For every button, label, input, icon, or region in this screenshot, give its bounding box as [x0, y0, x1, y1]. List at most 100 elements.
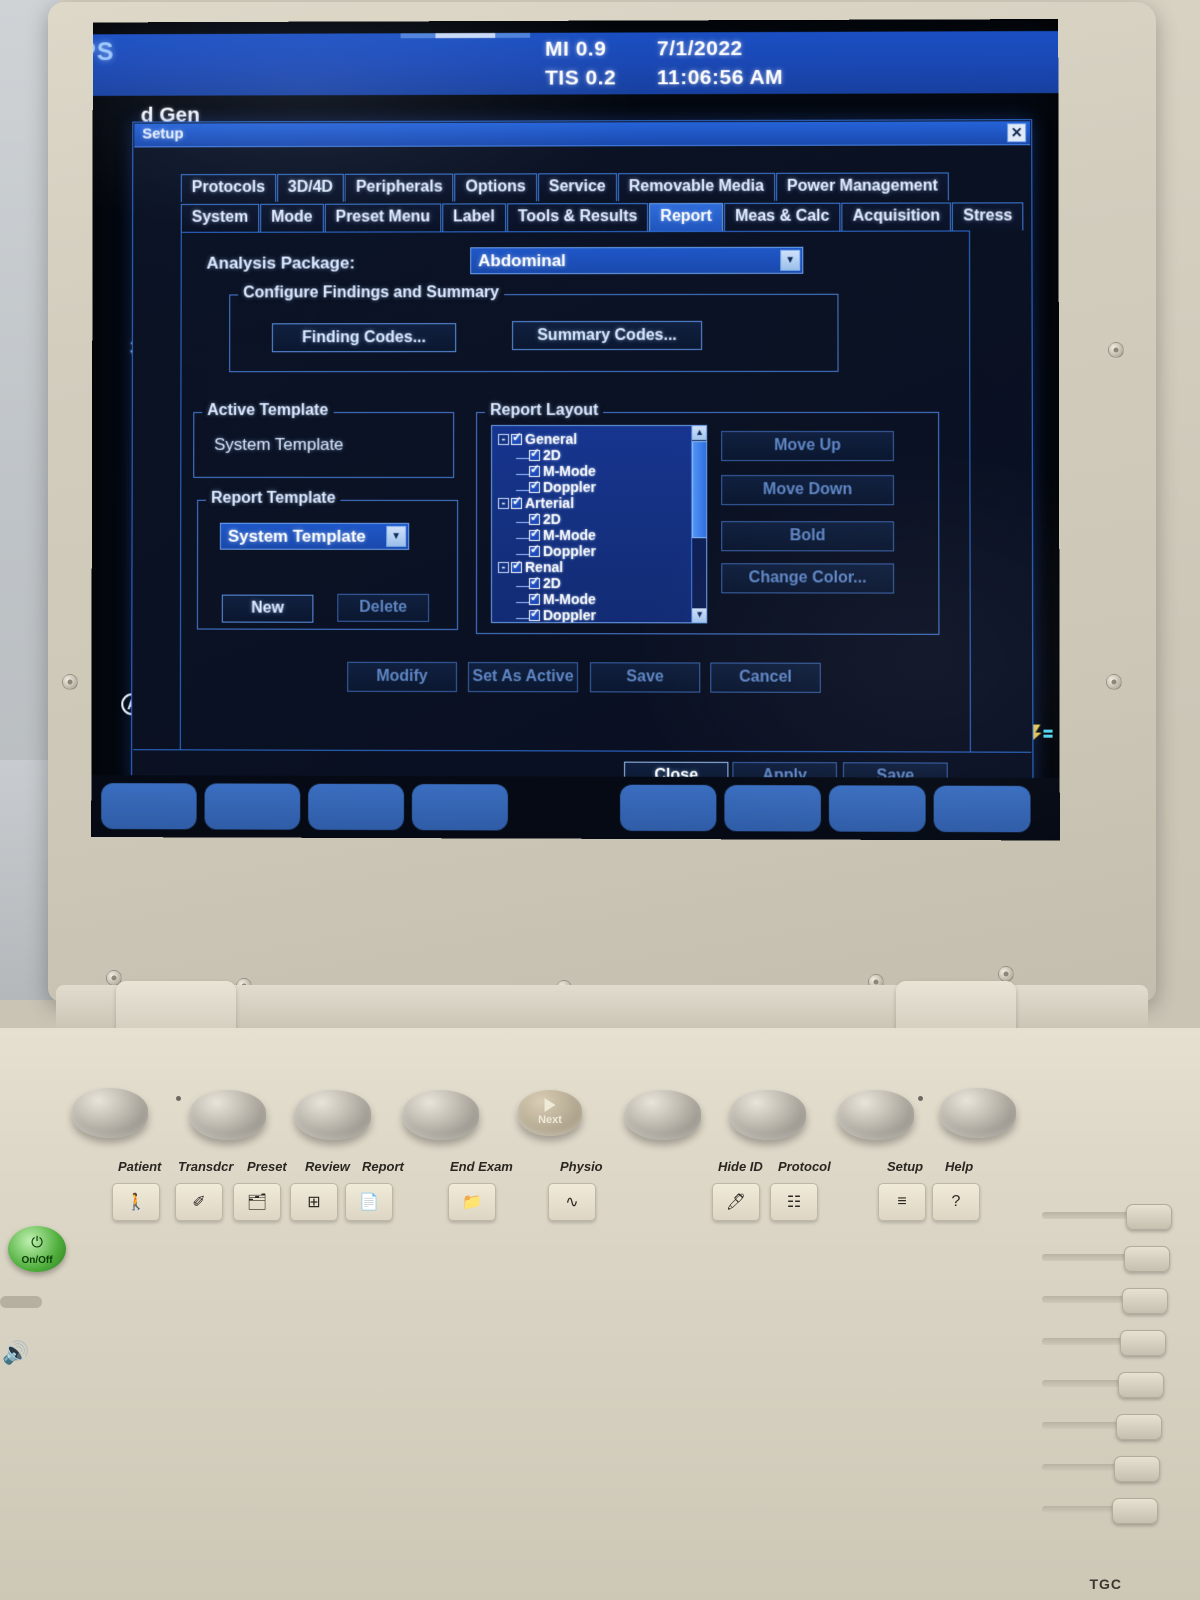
save-button[interactable]: Save	[590, 662, 701, 693]
tab-tools-results[interactable]: Tools & Results	[506, 203, 649, 232]
tree-node[interactable]: M-Mode	[498, 526, 690, 543]
tree-node[interactable]: -Venous	[498, 622, 690, 624]
hide-id-icon[interactable]: 🖊	[712, 1183, 760, 1221]
checkbox-checked-icon[interactable]	[528, 545, 540, 557]
tab-3d-4d[interactable]: 3D/4D	[276, 173, 344, 202]
modify-button[interactable]: Modify	[347, 661, 457, 693]
checkbox-checked-icon[interactable]	[528, 513, 540, 525]
tgc-slider-6[interactable]	[1116, 1414, 1162, 1440]
knob-review[interactable]	[403, 1090, 479, 1140]
delete-template-button[interactable]: Delete	[337, 593, 430, 622]
scrollbar-thumb[interactable]	[692, 441, 708, 539]
checkbox-checked-icon[interactable]	[528, 577, 540, 589]
move-up-button[interactable]: Move Up	[721, 431, 894, 462]
protocol-icon[interactable]: ☷	[770, 1183, 818, 1221]
softkey-3[interactable]	[308, 783, 404, 831]
new-template-button[interactable]: New	[221, 594, 314, 623]
tab-peripherals[interactable]: Peripherals	[344, 173, 454, 202]
expander-minus-icon[interactable]: -	[497, 561, 509, 573]
bold-button[interactable]: Bold	[721, 521, 895, 552]
checkbox-checked-icon[interactable]	[511, 433, 523, 445]
transducer-probe-icon[interactable]: ✐	[175, 1183, 223, 1221]
chevron-down-icon[interactable]: ▼	[386, 525, 407, 547]
set-as-active-button[interactable]: Set As Active	[467, 662, 578, 693]
review-images-icon[interactable]: ⊞	[290, 1183, 338, 1221]
chevron-down-icon[interactable]: ▼	[780, 249, 801, 271]
tab-removable-media[interactable]: Removable Media	[617, 172, 775, 202]
scroll-up-button[interactable]: ▲	[692, 425, 708, 441]
checkbox-checked-icon[interactable]	[529, 481, 541, 493]
report-layout-tree[interactable]: -General2DM-ModeDoppler-Arterial2DM-Mode…	[490, 424, 708, 624]
cancel-button[interactable]: Cancel	[710, 662, 821, 693]
tgc-slider-8[interactable]	[1112, 1498, 1158, 1524]
softkey-8[interactable]	[933, 785, 1031, 833]
knob-hideid[interactable]	[730, 1090, 806, 1140]
close-icon[interactable]: ✕	[1007, 123, 1027, 143]
tree-node[interactable]: Doppler	[498, 478, 690, 495]
tab-report[interactable]: Report	[649, 202, 723, 232]
setup-list-icon[interactable]: ≡	[878, 1183, 926, 1221]
tab-power-management[interactable]: Power Management	[775, 172, 949, 201]
knob-transducer[interactable]	[190, 1090, 266, 1140]
next-button[interactable]: Next	[518, 1090, 582, 1136]
analysis-package-select[interactable]: Abdominal ▼	[470, 246, 804, 275]
knob-preset[interactable]	[295, 1090, 371, 1140]
tab-stress[interactable]: Stress	[952, 202, 1024, 231]
finding-codes-button[interactable]: Finding Codes...	[271, 323, 457, 353]
physio-ecg-icon[interactable]: ∿	[548, 1183, 596, 1221]
checkbox-checked-icon[interactable]	[528, 529, 540, 541]
knob-help[interactable]	[940, 1088, 1016, 1138]
tgc-slider-2[interactable]	[1124, 1246, 1170, 1272]
tab-preset-menu[interactable]: Preset Menu	[324, 203, 442, 232]
help-question-icon[interactable]: ?	[932, 1183, 980, 1221]
move-down-button[interactable]: Move Down	[721, 475, 894, 506]
change-color-button[interactable]: Change Color...	[721, 563, 895, 594]
tree-node[interactable]: M-Mode	[498, 462, 690, 479]
tab-meas-calc[interactable]: Meas & Calc	[723, 202, 841, 231]
softkey-4[interactable]	[411, 784, 508, 831]
checkbox-checked-icon[interactable]	[528, 609, 540, 621]
softkey-6[interactable]	[724, 785, 821, 832]
tree-node[interactable]: 2D	[498, 510, 690, 527]
tree-node[interactable]: 2D	[498, 446, 690, 463]
tree-node[interactable]: M-Mode	[498, 590, 690, 607]
tree-node[interactable]: Doppler	[498, 606, 690, 623]
knob-setup[interactable]	[838, 1090, 914, 1140]
expander-minus-icon[interactable]: -	[498, 497, 510, 509]
preset-folder-icon[interactable]: 🗂	[233, 1183, 281, 1221]
tree-node[interactable]: 2D	[498, 574, 690, 591]
tab-acquisition[interactable]: Acquisition	[841, 202, 952, 231]
tree-node[interactable]: -Arterial	[498, 494, 690, 511]
softkey-7[interactable]	[828, 785, 926, 832]
tree-node[interactable]: -General	[498, 430, 690, 447]
tree-node[interactable]: -Renal	[497, 558, 690, 575]
tgc-slider-3[interactable]	[1122, 1288, 1168, 1314]
tgc-slider-5[interactable]	[1118, 1372, 1164, 1398]
tab-options[interactable]: Options	[454, 173, 537, 202]
patient-person-icon[interactable]: 🚶	[112, 1183, 160, 1221]
power-button[interactable]: ⏻ On/Off	[8, 1226, 66, 1272]
report-page-icon[interactable]: 📄	[345, 1183, 393, 1221]
knob-patient[interactable]	[72, 1088, 148, 1138]
checkbox-checked-icon[interactable]	[529, 449, 541, 461]
tree-scrollbar[interactable]: ▲ ▼	[691, 425, 708, 623]
scroll-down-button[interactable]: ▼	[692, 608, 708, 623]
summary-codes-button[interactable]: Summary Codes...	[512, 320, 703, 351]
tgc-slider-1[interactable]	[1126, 1204, 1172, 1230]
tab-system[interactable]: System	[180, 203, 260, 232]
softkey-5[interactable]	[620, 784, 717, 832]
tgc-slider-4[interactable]	[1120, 1330, 1166, 1356]
expander-minus-icon[interactable]: -	[498, 433, 510, 445]
checkbox-checked-icon[interactable]	[511, 497, 523, 509]
softkey-2[interactable]	[204, 783, 301, 830]
tab-protocols[interactable]: Protocols	[180, 173, 276, 203]
tab-mode[interactable]: Mode	[260, 203, 324, 232]
softkey-1[interactable]	[101, 783, 197, 830]
end-exam-folder-icon[interactable]: 📁	[448, 1183, 496, 1221]
tab-service[interactable]: Service	[537, 173, 617, 202]
knob-physio[interactable]	[625, 1090, 701, 1140]
report-template-select[interactable]: System Template ▼	[219, 522, 410, 550]
tree-node[interactable]: Doppler	[498, 542, 690, 559]
checkbox-checked-icon[interactable]	[528, 593, 540, 605]
tab-label[interactable]: Label	[442, 203, 506, 232]
